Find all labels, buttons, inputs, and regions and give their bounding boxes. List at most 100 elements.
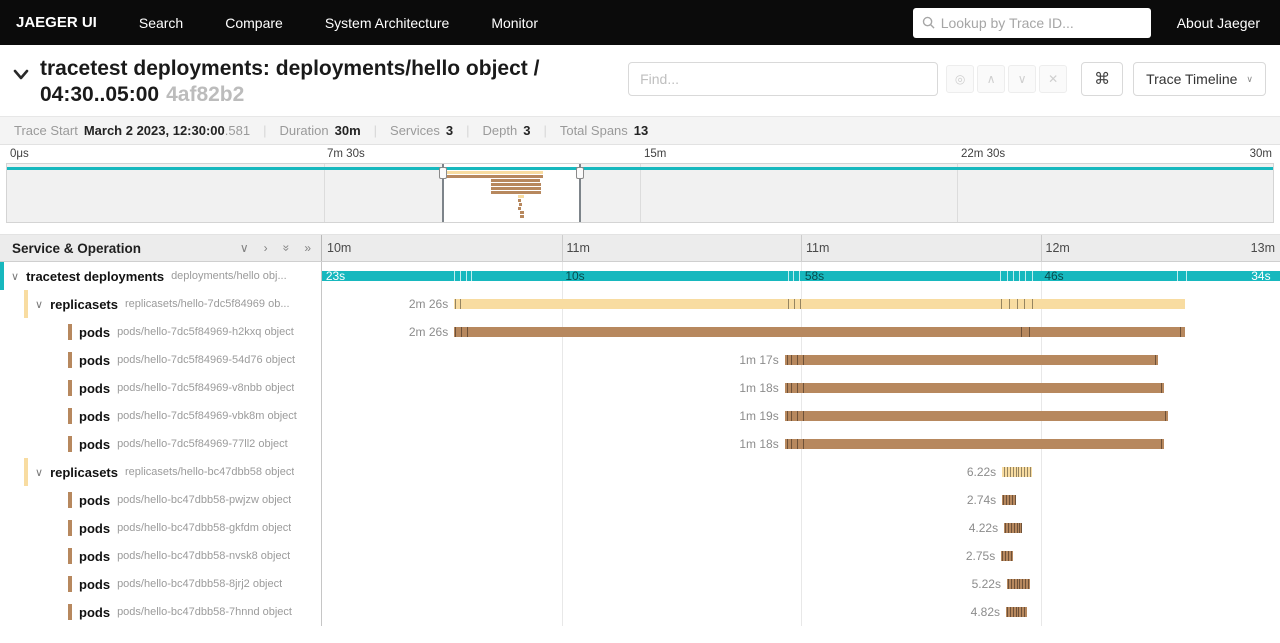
collapse-header-icon[interactable] <box>10 63 32 85</box>
span-timeline-cell[interactable]: 2.74s <box>322 486 1280 514</box>
span-name-cell[interactable]: podspods/hello-bc47dbb58-8jrj2 object <box>0 570 322 598</box>
collapse-children-icon[interactable]: ∨ <box>35 466 43 479</box>
span-row[interactable]: podspods/hello-bc47dbb58-nvsk8 object2.7… <box>0 542 1280 570</box>
span-name-cell[interactable]: podspods/hello-bc47dbb58-pwjzw object <box>0 486 322 514</box>
scrubber-handle-icon[interactable] <box>439 167 447 179</box>
operation-name: pods/hello-bc47dbb58-pwjzw object <box>117 494 291 506</box>
span-row[interactable]: podspods/hello-7dc5f84969-v8nbb object 1m… <box>0 374 1280 402</box>
span-name-cell[interactable]: ∨tracetest deploymentsdeployments/hello … <box>0 262 322 290</box>
span-name-cell[interactable]: podspods/hello-7dc5f84969-vbk8m object <box>0 402 322 430</box>
span-tick-mark <box>791 411 792 421</box>
nav-item-compare[interactable]: Compare <box>225 15 283 31</box>
summary-label: Services <box>390 123 440 138</box>
span-timeline-cell[interactable]: 2.75s <box>322 542 1280 570</box>
span-name-cell[interactable]: podspods/hello-bc47dbb58-gkfdm object <box>0 514 322 542</box>
about-jaeger-menu[interactable]: About Jaeger <box>1177 15 1264 31</box>
span-duration-label: 1m 18s <box>739 381 778 395</box>
scrubber-handle-icon[interactable] <box>576 167 584 179</box>
timeline-tick-label: 12m <box>1046 241 1070 255</box>
span-name-cell[interactable]: podspods/hello-7dc5f84969-h2kxq object <box>0 318 322 346</box>
span-tick-mark <box>1017 299 1018 309</box>
span-timeline-cell[interactable]: 1m 17s <box>322 346 1280 374</box>
span-duration-label: 2.74s <box>967 493 996 507</box>
timeline-gridline <box>801 486 802 514</box>
span-timeline-cell[interactable]: 23s10s58s46s34s <box>322 262 1280 290</box>
span-name-cell[interactable]: podspods/hello-bc47dbb58-nvsk8 object <box>0 542 322 570</box>
collapse-all-icon[interactable]: » <box>280 245 292 252</box>
minimap-span <box>520 215 524 218</box>
span-timeline-cell[interactable]: 1m 19s <box>322 402 1280 430</box>
span-row[interactable]: podspods/hello-7dc5f84969-h2kxq object2m… <box>0 318 1280 346</box>
span-bar[interactable] <box>785 355 1159 365</box>
span-timeline-cell[interactable]: 1m 18s <box>322 430 1280 458</box>
trace-id-search[interactable] <box>913 8 1151 38</box>
minimap-canvas[interactable] <box>6 163 1274 223</box>
brand-jaeger-ui[interactable]: JAEGER UI <box>16 14 97 31</box>
span-row[interactable]: podspods/hello-7dc5f84969-vbk8m object1m… <box>0 402 1280 430</box>
span-timeline-cell[interactable]: 2m 26s <box>322 290 1280 318</box>
span-tick-mark <box>1006 495 1007 505</box>
minimap-left-scrubber[interactable] <box>442 164 444 222</box>
span-tick-mark <box>1010 467 1011 477</box>
span-name-cell[interactable]: podspods/hello-7dc5f84969-54d76 object <box>0 346 322 374</box>
trace-id-input[interactable] <box>941 15 1142 31</box>
find-input[interactable] <box>628 62 938 96</box>
next-result-icon[interactable]: ∨ <box>1008 65 1036 93</box>
clear-search-icon[interactable]: ✕ <box>1039 65 1067 93</box>
service-operation-header: Service & Operation ∨›»» <box>0 235 322 261</box>
span-row[interactable]: podspods/hello-bc47dbb58-gkfdm object4.2… <box>0 514 1280 542</box>
prev-result-icon[interactable]: ∧ <box>977 65 1005 93</box>
span-tick-mark <box>1017 523 1018 533</box>
collapse-children-icon[interactable]: ∨ <box>35 298 43 311</box>
minimap-right-scrubber[interactable] <box>579 164 581 222</box>
span-bar[interactable] <box>785 411 1168 421</box>
span-row[interactable]: ∨replicasetsreplicasets/hello-bc47dbb58 … <box>0 458 1280 486</box>
keyboard-shortcuts-button[interactable]: ⌘ <box>1081 62 1123 96</box>
span-name-cell[interactable]: podspods/hello-bc47dbb58-7hnnd object <box>0 598 322 626</box>
span-timeline-cell[interactable]: 4.22s <box>322 514 1280 542</box>
span-tick-mark <box>1014 523 1015 533</box>
span-timeline-cell[interactable]: 5.22s <box>322 570 1280 598</box>
nav-item-system-architecture[interactable]: System Architecture <box>325 15 450 31</box>
span-bar[interactable] <box>454 327 1185 337</box>
span-bar[interactable] <box>785 383 1164 393</box>
span-name-cell[interactable]: ∨replicasetsreplicasets/hello-bc47dbb58 … <box>0 458 322 486</box>
expand-one-icon[interactable]: › <box>264 242 268 254</box>
span-tick-mark <box>1002 551 1003 561</box>
span-row[interactable]: podspods/hello-bc47dbb58-pwjzw object 2.7… <box>0 486 1280 514</box>
timeline-gridline <box>562 598 563 626</box>
span-bar[interactable] <box>454 299 1185 309</box>
span-tick-mark <box>1010 607 1011 617</box>
service-name: pods <box>79 605 110 620</box>
bar-duration-label: 34s <box>1251 269 1270 283</box>
span-tick-mark <box>791 439 792 449</box>
collapse-children-icon[interactable]: ∨ <box>11 270 19 283</box>
match-highlight-icon[interactable]: ◎ <box>946 65 974 93</box>
expand-all-icon[interactable]: » <box>304 242 311 254</box>
trace-view-selector[interactable]: Trace Timeline ∨ <box>1133 62 1266 96</box>
span-row[interactable]: podspods/hello-7dc5f84969-54d76 object1m… <box>0 346 1280 374</box>
span-timeline-cell[interactable]: 4.82s <box>322 598 1280 626</box>
collapse-one-icon[interactable]: ∨ <box>240 242 249 254</box>
span-tick-mark <box>1018 607 1019 617</box>
span-tick-mark <box>1186 271 1187 281</box>
span-row[interactable]: podspods/hello-bc47dbb58-8jrj2 object5.2… <box>0 570 1280 598</box>
span-timeline-cell[interactable]: 2m 26s <box>322 318 1280 346</box>
jaeger-app: JAEGER UI Search Compare System Architectu… <box>0 0 1280 643</box>
nav-item-monitor[interactable]: Monitor <box>491 15 538 31</box>
span-name-cell[interactable]: podspods/hello-7dc5f84969-77ll2 object <box>0 430 322 458</box>
span-name-cell[interactable]: ∨replicasetsreplicasets/hello-7dc5f84969… <box>0 290 322 318</box>
find-controls: ◎∧∨✕ <box>946 65 1067 93</box>
span-name-cell[interactable]: podspods/hello-7dc5f84969-v8nbb object <box>0 374 322 402</box>
span-row[interactable]: ∨tracetest deploymentsdeployments/hello … <box>0 262 1280 290</box>
span-row[interactable]: podspods/hello-7dc5f84969-77ll2 object1m… <box>0 430 1280 458</box>
minimap-gridline <box>957 164 958 222</box>
span-row[interactable]: ∨replicasetsreplicasets/hello-7dc5f84969… <box>0 290 1280 318</box>
span-tick-mark <box>1005 523 1006 533</box>
span-row[interactable]: podspods/hello-bc47dbb58-7hnnd object4.8… <box>0 598 1280 626</box>
span-timeline-cell[interactable]: 6.22s <box>322 458 1280 486</box>
nav-item-search[interactable]: Search <box>139 15 183 31</box>
span-timeline-cell[interactable]: 1m 18s <box>322 374 1280 402</box>
span-tick-mark <box>803 383 804 393</box>
span-bar[interactable] <box>785 439 1164 449</box>
